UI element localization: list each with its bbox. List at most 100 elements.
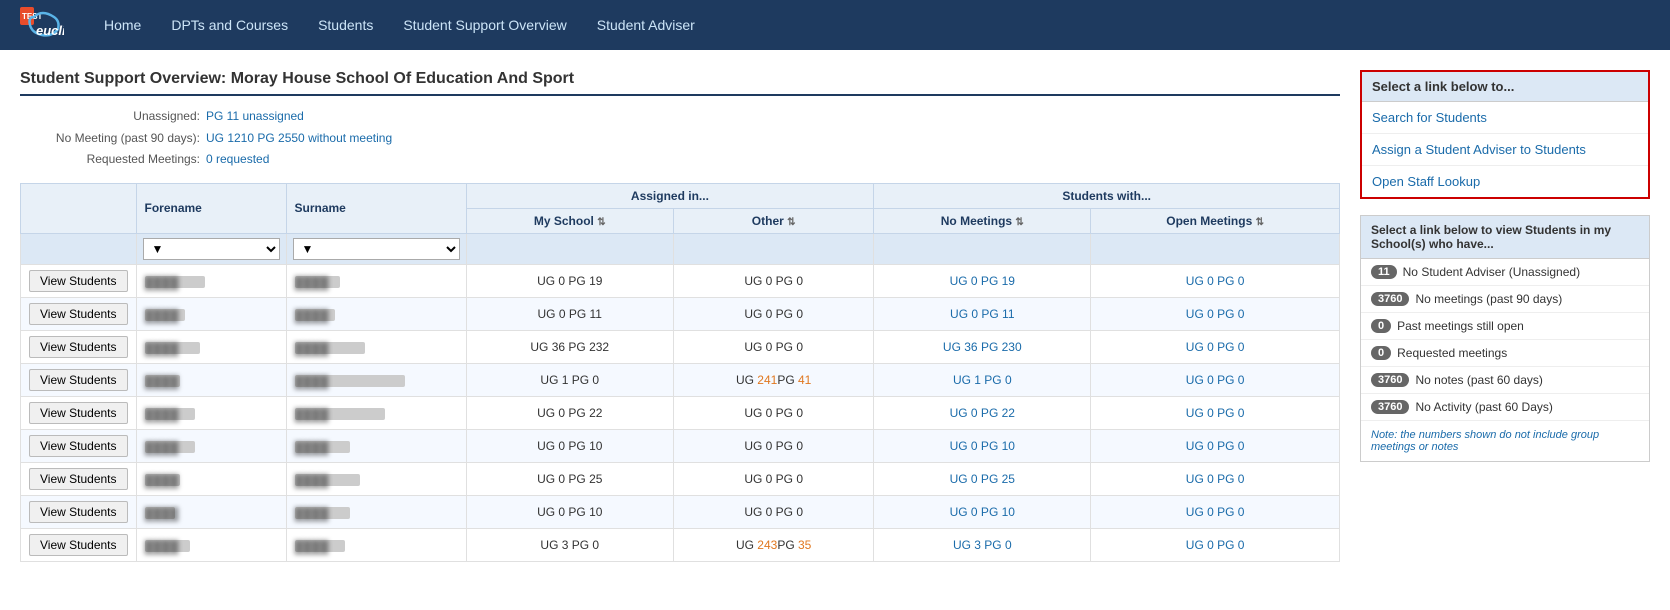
stats-item[interactable]: 3760No meetings (past 90 days)	[1361, 286, 1649, 313]
filter-action-cell	[21, 233, 137, 264]
other-cell: UG 0 PG 0	[674, 297, 874, 330]
view-students-button[interactable]: View Students	[29, 534, 128, 556]
stats-item[interactable]: 3760 No Activity (past 60 Days)	[1361, 394, 1649, 420]
stats-label[interactable]: Past meetings still open	[1397, 319, 1524, 333]
table-row: View Students████████UG 0 PG 11UG 0 PG 0…	[21, 297, 1340, 330]
no-meetings-cell[interactable]: UG 3 PG 0	[874, 528, 1091, 561]
nav-home[interactable]: Home	[104, 17, 141, 33]
no-meetings-cell[interactable]: UG 0 PG 19	[874, 264, 1091, 297]
open-meetings-link[interactable]: UG 0 PG 0	[1186, 472, 1245, 486]
table-row: View Students████████UG 1 PG 0UG 241PG 4…	[21, 363, 1340, 396]
other-link[interactable]: 241	[757, 373, 777, 387]
other-link[interactable]: 35	[798, 538, 811, 552]
open-meetings-cell[interactable]: UG 0 PG 0	[1091, 363, 1340, 396]
other-link[interactable]: 41	[798, 373, 811, 387]
no-meetings-link[interactable]: UG 0 PG 22	[950, 406, 1015, 420]
filter-forename-cell[interactable]: ▼	[136, 233, 286, 264]
open-meetings-link[interactable]: UG 0 PG 0	[1186, 406, 1245, 420]
nav-adviser[interactable]: Student Adviser	[597, 17, 695, 33]
no-meetings-cell[interactable]: UG 0 PG 10	[874, 429, 1091, 462]
open-meetings-cell[interactable]: UG 0 PG 0	[1091, 264, 1340, 297]
view-students-button[interactable]: View Students	[29, 270, 128, 292]
table-row: View Students████████UG 0 PG 10UG 0 PG 0…	[21, 429, 1340, 462]
forename-cell: ████	[136, 363, 286, 396]
no-meetings-link[interactable]: UG 1 PG 0	[953, 373, 1012, 387]
no-meetings-cell[interactable]: UG 36 PG 230	[874, 330, 1091, 363]
left-panel: Student Support Overview: Moray House Sc…	[20, 70, 1340, 562]
open-staff-lookup-link[interactable]: Open Staff Lookup	[1362, 166, 1648, 197]
open-meetings-cell[interactable]: UG 0 PG 0	[1091, 528, 1340, 561]
links-panel-header: Select a link below to...	[1362, 72, 1648, 102]
open-meetings-link[interactable]: UG 0 PG 0	[1186, 274, 1245, 288]
no-meetings-link[interactable]: UG 0 PG 10	[950, 505, 1015, 519]
filter-myschool-cell	[466, 233, 674, 264]
open-meetings-link[interactable]: UG 0 PG 0	[1186, 538, 1245, 552]
no-meetings-cell[interactable]: UG 1 PG 0	[874, 363, 1091, 396]
no-meetings-cell[interactable]: UG 0 PG 10	[874, 495, 1091, 528]
no-meetings-link[interactable]: UG 3 PG 0	[953, 538, 1012, 552]
open-meetings-link[interactable]: UG 0 PG 0	[1186, 373, 1245, 387]
open-meetings-cell[interactable]: UG 0 PG 0	[1091, 330, 1340, 363]
no-meetings-link[interactable]: UG 0 PG 11	[950, 307, 1014, 321]
stats-label[interactable]: No notes (past 60 days)	[1415, 373, 1542, 387]
surname-filter-select[interactable]: ▼	[293, 238, 460, 260]
stats-badge: 3760	[1371, 373, 1409, 387]
unassigned-link[interactable]: PG 11 unassigned	[206, 106, 304, 128]
stats-label[interactable]: No Student Adviser (Unassigned)	[1403, 265, 1580, 279]
open-meetings-link[interactable]: UG 0 PG 0	[1186, 439, 1245, 453]
view-students-button[interactable]: View Students	[29, 402, 128, 424]
open-meetings-cell[interactable]: UG 0 PG 0	[1091, 429, 1340, 462]
main-content: Student Support Overview: Moray House Sc…	[0, 50, 1670, 572]
th-forename: Forename	[136, 183, 286, 233]
my-school-cell: UG 3 PG 0	[466, 528, 674, 561]
nav-students[interactable]: Students	[318, 17, 373, 33]
no-meetings-link[interactable]: UG 0 PG 19	[950, 274, 1015, 288]
no-meetings-cell[interactable]: UG 0 PG 25	[874, 462, 1091, 495]
view-students-button[interactable]: View Students	[29, 435, 128, 457]
nav-support-overview[interactable]: Student Support Overview	[403, 17, 566, 33]
meta-no-meeting: No Meeting (past 90 days): UG 1210 PG 25…	[20, 128, 1340, 150]
no-meetings-cell[interactable]: UG 0 PG 11	[874, 297, 1091, 330]
open-meetings-cell[interactable]: UG 0 PG 0	[1091, 462, 1340, 495]
stats-label[interactable]: Requested meetings	[1397, 346, 1507, 360]
svg-text:euclid: euclid	[36, 23, 64, 38]
no-meetings-link[interactable]: UG 0 PG 10	[950, 439, 1015, 453]
other-link[interactable]: 243	[757, 538, 777, 552]
page-title: Student Support Overview: Moray House Sc…	[20, 70, 1340, 96]
stats-label[interactable]: No meetings (past 90 days)	[1415, 292, 1562, 306]
no-meetings-cell[interactable]: UG 0 PG 22	[874, 396, 1091, 429]
forename-filter-select[interactable]: ▼	[143, 238, 280, 260]
search-students-link[interactable]: Search for Students	[1362, 102, 1648, 134]
open-meetings-link[interactable]: UG 0 PG 0	[1186, 307, 1245, 321]
no-meetings-link[interactable]: UG 0 PG 25	[950, 472, 1015, 486]
view-students-button[interactable]: View Students	[29, 303, 128, 325]
navbar: TEST euclid Home DPTs and Courses Studen…	[0, 0, 1670, 50]
no-meetings-link[interactable]: UG 36 PG 230	[943, 340, 1022, 354]
assign-adviser-link[interactable]: Assign a Student Adviser to Students	[1362, 134, 1648, 166]
action-cell: View Students	[21, 429, 137, 462]
other-cell: UG 0 PG 0	[674, 396, 874, 429]
stats-item[interactable]: 3760 No notes (past 60 days)	[1361, 367, 1649, 394]
stats-label[interactable]: No Activity (past 60 Days)	[1415, 400, 1552, 414]
open-meetings-link[interactable]: UG 0 PG 0	[1186, 340, 1245, 354]
open-meetings-cell[interactable]: UG 0 PG 0	[1091, 396, 1340, 429]
view-students-button[interactable]: View Students	[29, 501, 128, 523]
th-assigned-in: Assigned in...	[466, 183, 874, 208]
stats-item[interactable]: 0Requested meetings	[1361, 340, 1649, 367]
other-cell: UG 241PG 41	[674, 363, 874, 396]
open-meetings-cell[interactable]: UG 0 PG 0	[1091, 297, 1340, 330]
stats-panel: Select a link below to view Students in …	[1360, 215, 1650, 462]
view-students-button[interactable]: View Students	[29, 336, 128, 358]
open-meetings-link[interactable]: UG 0 PG 0	[1186, 505, 1245, 519]
no-meeting-link[interactable]: UG 1210 PG 2550 without meeting	[206, 128, 392, 150]
nav-dpts[interactable]: DPTs and Courses	[171, 17, 288, 33]
stats-badge: 3760	[1371, 400, 1409, 414]
open-meetings-cell[interactable]: UG 0 PG 0	[1091, 495, 1340, 528]
stats-item[interactable]: 0Past meetings still open	[1361, 313, 1649, 340]
filter-surname-cell[interactable]: ▼	[286, 233, 466, 264]
view-students-button[interactable]: View Students	[29, 369, 128, 391]
stats-item[interactable]: 11No Student Adviser (Unassigned)	[1361, 259, 1649, 286]
th-no-meetings: No Meetings ⇅	[874, 208, 1091, 233]
requested-link[interactable]: 0 requested	[206, 149, 269, 171]
view-students-button[interactable]: View Students	[29, 468, 128, 490]
